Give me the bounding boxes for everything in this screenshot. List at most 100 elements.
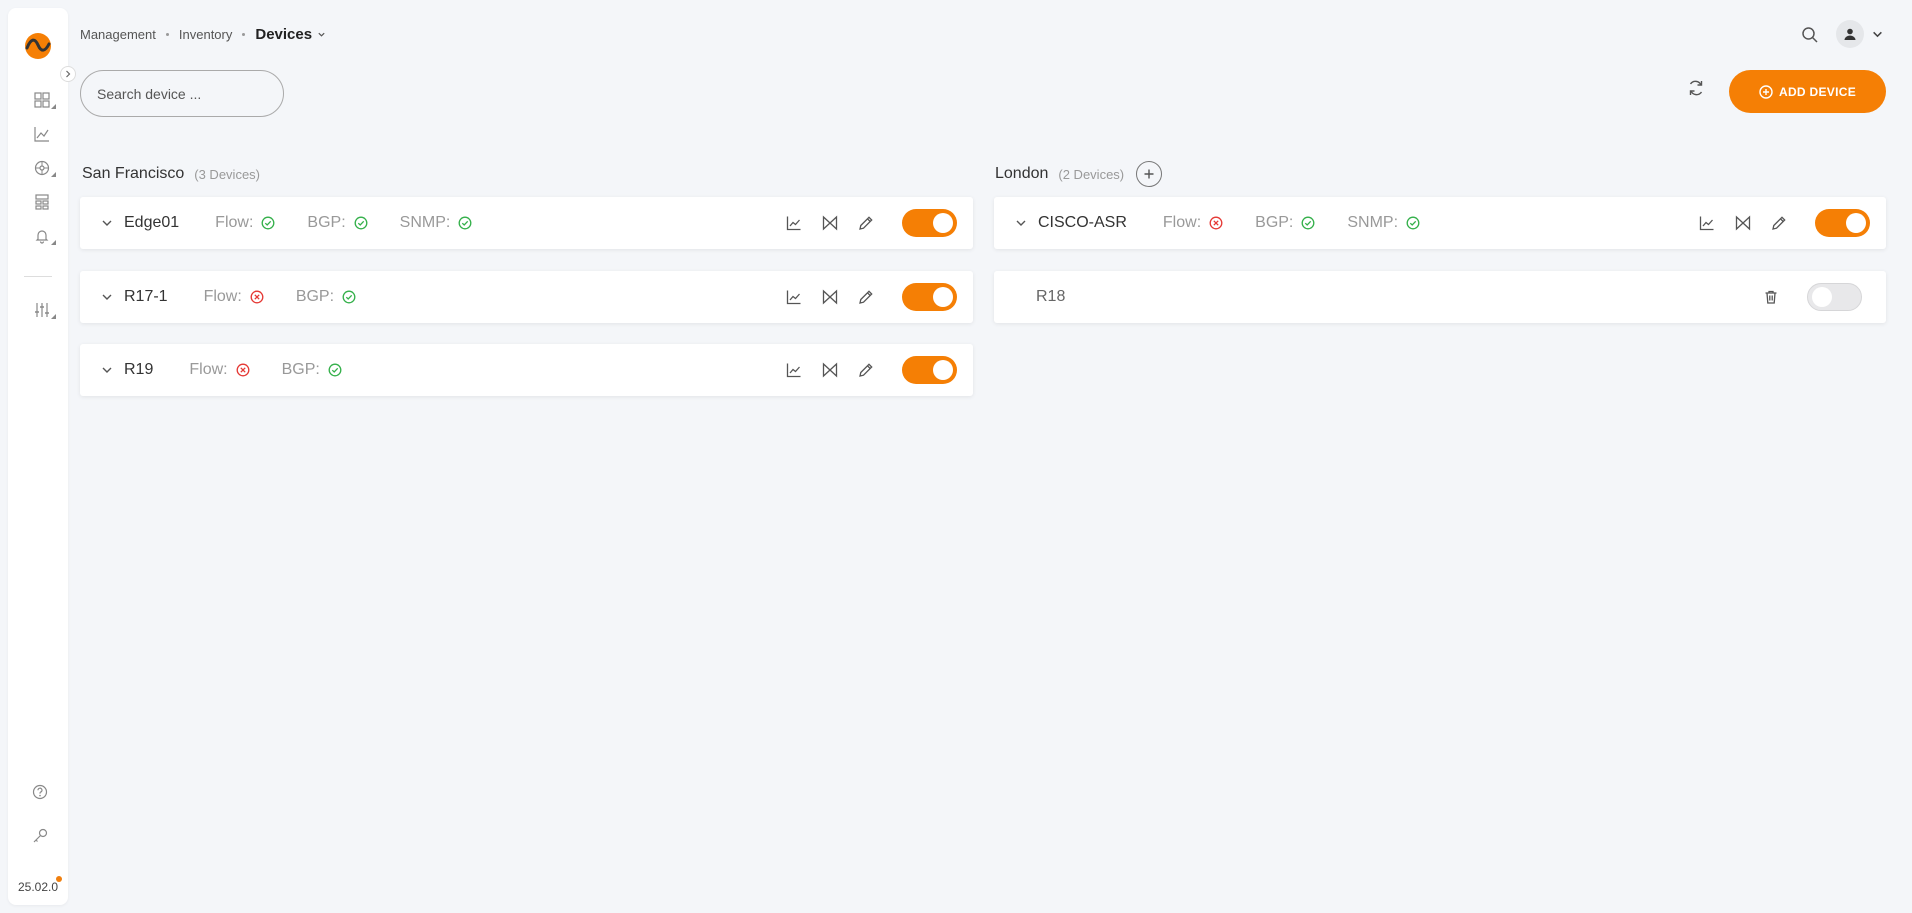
trash-icon (1765, 290, 1777, 304)
device-name: R17-1 (124, 288, 168, 305)
edit-button[interactable] (1769, 213, 1789, 233)
search-icon[interactable] (1800, 25, 1820, 45)
plus-circle-icon (1759, 84, 1773, 99)
group-count: (2 Devices) (1058, 166, 1125, 182)
expand-toggle[interactable] (1012, 214, 1030, 232)
analytics-button[interactable] (1697, 213, 1717, 233)
device-enabled-toggle[interactable] (902, 209, 957, 237)
flow-status: Flow: (204, 288, 264, 306)
nav-alerts[interactable] (28, 224, 56, 248)
nav-topology[interactable] (28, 190, 56, 214)
device-enabled-toggle[interactable] (1815, 209, 1870, 237)
interfaces-button[interactable] (820, 360, 840, 380)
bgp-status: BGP: (296, 288, 356, 306)
version-label: 25.02.0 (17, 880, 59, 894)
check-circle-icon (458, 216, 472, 230)
nav-network[interactable] (28, 156, 56, 180)
device-name: Edge01 (124, 214, 180, 231)
check-circle-icon (354, 216, 368, 230)
plus-icon (1144, 169, 1154, 179)
help-button[interactable] (28, 780, 52, 804)
user-icon (1844, 28, 1856, 40)
breadcrumb: Management Inventory Devices (80, 26, 326, 43)
topology-icon (35, 194, 49, 210)
snmp-status: SNMP: (400, 214, 473, 232)
analytics-button[interactable] (784, 287, 804, 307)
refresh-icon[interactable] (1686, 78, 1706, 98)
breadcrumb-management[interactable]: Management (80, 27, 156, 42)
flow-status: Flow: (1163, 214, 1223, 232)
expand-toggle[interactable] (98, 288, 116, 306)
group-header-san-francisco: San Francisco (3 Devices) (82, 164, 260, 184)
check-circle-icon (1406, 216, 1420, 230)
device-enabled-toggle[interactable] (902, 356, 957, 384)
sidebar: 25.02.0 (8, 8, 76, 905)
pencil-icon (859, 216, 873, 230)
device-name: CISCO-ASR (1038, 214, 1127, 231)
device-card-r17-1: R17-1 Flow: BGP: (80, 271, 973, 323)
chevron-down-icon (102, 294, 112, 300)
chart-icon (1699, 216, 1714, 231)
device-card-cisco-asr: CISCO-ASR Flow: BGP: SNMP: (994, 197, 1886, 249)
edit-button[interactable] (856, 213, 876, 233)
interfaces-icon (822, 215, 838, 231)
breadcrumb-current-dropdown[interactable]: Devices (255, 26, 326, 43)
bgp-status: BGP: (307, 214, 368, 232)
error-circle-icon (1209, 216, 1223, 230)
interfaces-icon (1735, 215, 1751, 231)
analytics-button[interactable] (784, 360, 804, 380)
device-enabled-toggle[interactable] (902, 283, 957, 311)
nav-analytics[interactable] (28, 122, 56, 146)
flow-status: Flow: (215, 214, 275, 232)
chevron-down-icon (1873, 31, 1882, 37)
device-actions (784, 271, 957, 323)
device-name: R18 (1036, 288, 1066, 305)
add-device-to-group-button[interactable] (1136, 161, 1163, 187)
snmp-status: SNMP: (1347, 214, 1420, 232)
dashboard-icon (34, 92, 50, 108)
check-circle-icon (342, 290, 356, 304)
pencil-icon (1772, 216, 1786, 230)
bgp-status: BGP: (282, 361, 342, 379)
network-icon (34, 160, 50, 176)
device-actions (784, 344, 957, 396)
nav-dashboard[interactable] (28, 88, 56, 112)
sidebar-expand-button[interactable] (60, 66, 76, 82)
chevron-down-icon (318, 32, 325, 37)
app-logo-icon[interactable] (24, 32, 52, 60)
bgp-status: BGP: (1255, 214, 1315, 232)
sliders-icon (35, 303, 49, 317)
breadcrumb-inventory[interactable]: Inventory (179, 27, 232, 42)
help-icon (32, 784, 48, 800)
search-device-input[interactable] (80, 70, 284, 117)
expand-toggle[interactable] (98, 361, 116, 379)
page-title: Devices (255, 26, 313, 43)
pencil-icon (859, 290, 873, 304)
chevron-down-icon (102, 367, 112, 373)
device-actions (1761, 271, 1862, 323)
edit-button[interactable] (856, 287, 876, 307)
user-menu[interactable] (1836, 20, 1883, 48)
interfaces-button[interactable] (1733, 213, 1753, 233)
chart-icon (786, 363, 801, 378)
device-enabled-toggle[interactable] (1807, 283, 1862, 311)
device-card-edge01: Edge01 Flow: BGP: SNMP: (80, 197, 973, 249)
chevron-down-icon (102, 220, 112, 226)
group-count: (3 Devices) (194, 166, 261, 182)
license-button[interactable] (28, 824, 52, 848)
add-device-button[interactable]: ADD DEVICE (1729, 70, 1886, 113)
bell-icon (35, 230, 49, 244)
chart-icon (786, 290, 801, 305)
interfaces-button[interactable] (820, 287, 840, 307)
chevron-right-icon (66, 70, 71, 78)
delete-button[interactable] (1761, 287, 1781, 307)
interfaces-icon (822, 289, 838, 305)
error-circle-icon (236, 363, 250, 377)
expand-toggle[interactable] (98, 214, 116, 232)
analytics-button[interactable] (784, 213, 804, 233)
edit-button[interactable] (856, 360, 876, 380)
interfaces-button[interactable] (820, 213, 840, 233)
nav-settings[interactable] (28, 298, 56, 322)
check-circle-icon (1301, 216, 1315, 230)
chart-icon (786, 216, 801, 231)
